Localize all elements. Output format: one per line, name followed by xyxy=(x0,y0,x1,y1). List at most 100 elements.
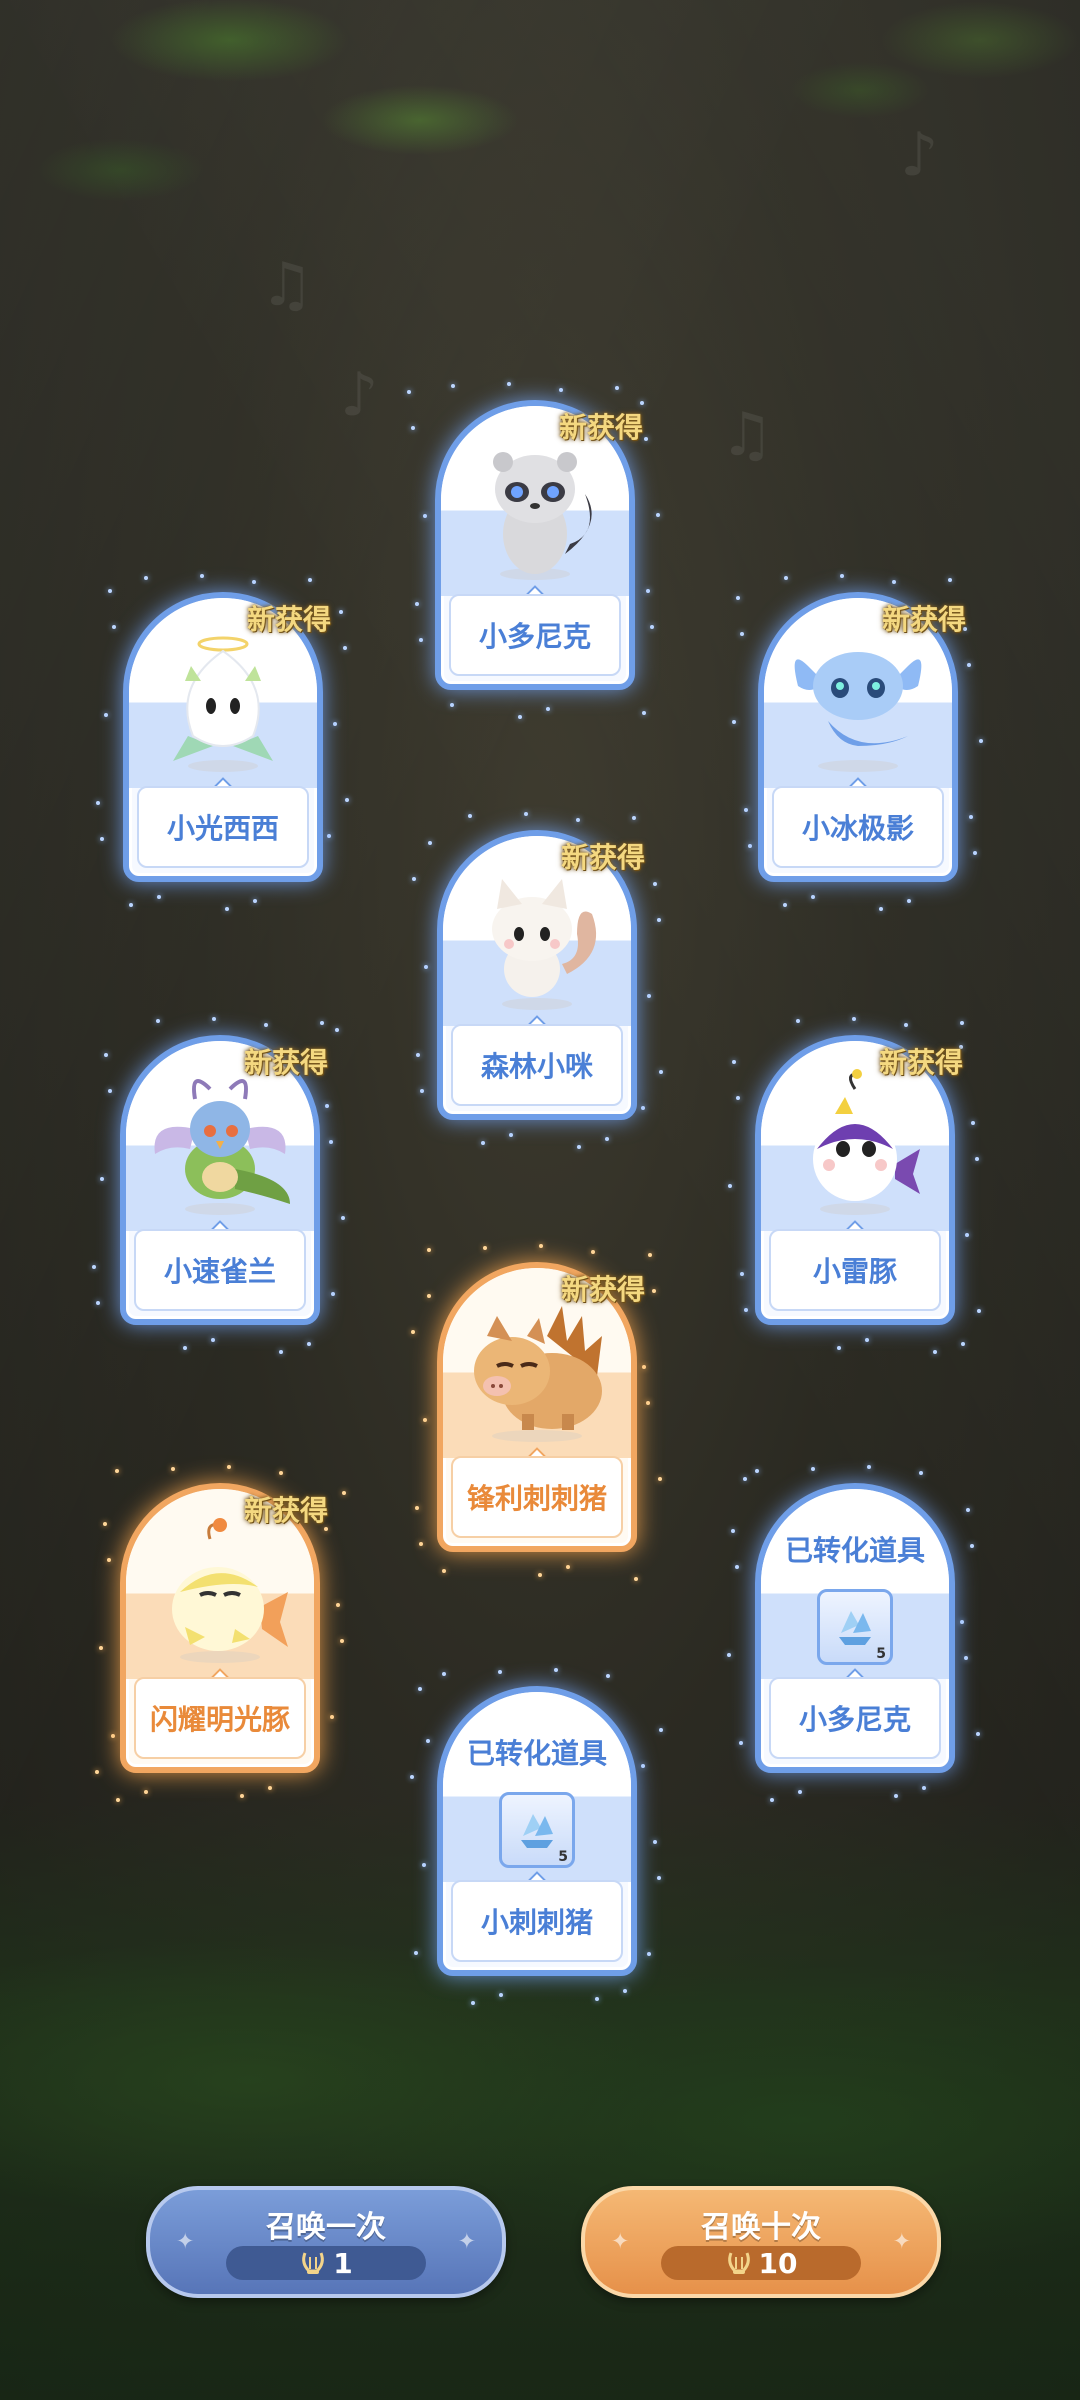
sparkle-dot xyxy=(646,1401,650,1405)
sparkle-dot xyxy=(144,1790,148,1794)
sparkle-dot xyxy=(483,1246,487,1250)
summon-card-c7[interactable]: 锋利刺刺猪 新获得 xyxy=(411,1244,662,1581)
sparkle-dot xyxy=(211,1338,215,1342)
sparkle-dot xyxy=(837,1346,841,1350)
lyre-ticket-icon xyxy=(727,2252,750,2274)
sparkle-dot xyxy=(653,1840,657,1844)
sparkle-dot xyxy=(647,1952,651,1956)
sparkle-dot xyxy=(559,388,563,392)
summon-card-c3[interactable]: 小冰极影 新获得 xyxy=(732,574,983,911)
summon-card-c5[interactable]: 小速雀兰 新获得 xyxy=(92,1017,345,1354)
sparkle-dot xyxy=(965,1233,969,1237)
sparkle-dot xyxy=(268,1786,272,1790)
sparkle-dot xyxy=(426,1739,430,1743)
sparkle-dot xyxy=(420,1089,424,1093)
sparkle-dot xyxy=(183,1346,187,1350)
ice-axolotl-creature xyxy=(794,652,922,772)
sparkle-dot xyxy=(279,1471,283,1475)
summon-card-c4[interactable]: 森林小咪 新获得 xyxy=(412,812,663,1149)
spiky-boar-creature xyxy=(474,1306,602,1442)
sparkle-dot xyxy=(735,1565,739,1569)
sparkle-dot xyxy=(498,1670,502,1674)
sparkle-dot xyxy=(961,1342,965,1346)
sparkle-dot xyxy=(92,1265,96,1269)
summon-card-c1[interactable]: 小多尼克 新获得 xyxy=(407,382,660,719)
card-name: 小雷豚 xyxy=(769,1229,941,1311)
sparkle-dot xyxy=(279,1350,283,1354)
sparkle-dot xyxy=(740,632,744,636)
summon-card-c2[interactable]: 小光西西 新获得 xyxy=(96,574,349,911)
sparkle-dot xyxy=(732,720,736,724)
new-badge: 新获得 xyxy=(243,1494,328,1527)
summon-once-label: 召唤一次 xyxy=(266,2210,386,2245)
sparkle-dot xyxy=(95,1770,99,1774)
sparkle-dot xyxy=(595,1997,599,2001)
sparkle-dot xyxy=(100,1177,104,1181)
sparkle-dot xyxy=(784,576,788,580)
sparkle-dot xyxy=(615,386,619,390)
sparkle-dot xyxy=(112,625,116,629)
sparkle-dot xyxy=(979,739,983,743)
new-badge: 新获得 xyxy=(246,603,331,636)
sparkle-dot xyxy=(157,895,161,899)
item-count: 5 xyxy=(876,1646,886,1662)
card-name: 森林小咪 xyxy=(451,1024,623,1106)
sparkle-dot xyxy=(538,1573,542,1577)
summon-ten-label: 召唤十次 xyxy=(701,2210,821,2245)
summon-ten-button[interactable]: ✦ ✦ 召唤十次 10 xyxy=(581,2186,941,2298)
summon-card-c9[interactable]: 已转化道具 5 小多尼克 xyxy=(727,1465,980,1802)
sparkle-dot xyxy=(428,841,432,845)
sparkle-dot xyxy=(894,1794,898,1798)
sparkle-dot xyxy=(129,903,133,907)
sparkle-dot xyxy=(325,1104,329,1108)
sparkle-dot xyxy=(652,1289,656,1293)
sparkle-dot xyxy=(330,1715,334,1719)
sparkle-dot xyxy=(728,1184,732,1188)
new-badge: 新获得 xyxy=(881,603,966,636)
sparkle-dot xyxy=(156,1019,160,1023)
sparkle-dot xyxy=(415,1506,419,1510)
converted-label: 已转化道具 xyxy=(784,1534,925,1567)
music-note-icon: ♪ xyxy=(340,360,379,430)
card-name: 锋利刺刺猪 xyxy=(451,1456,623,1538)
sparkle-dot xyxy=(424,965,428,969)
sparkle-dot xyxy=(116,1798,120,1802)
sparkle-dot xyxy=(499,1993,503,1997)
item-count: 5 xyxy=(558,1849,568,1865)
sparkle-dot xyxy=(641,1764,645,1768)
sparkle-dot xyxy=(339,610,343,614)
sparkle-dot xyxy=(481,1141,485,1145)
sparkle-dot xyxy=(811,1467,815,1471)
summon-once-button[interactable]: ✦ ✦ 召唤一次 1 xyxy=(146,2186,506,2298)
converted-label: 已转化道具 xyxy=(466,1737,607,1770)
sparkle-dot xyxy=(96,801,100,805)
sparkle-dot xyxy=(907,899,911,903)
sparkle-dot xyxy=(736,596,740,600)
sparkle-dot xyxy=(342,1491,346,1495)
sparkle-dot xyxy=(970,1544,974,1548)
item-slot[interactable]: 5 xyxy=(817,1589,893,1665)
card-name: 闪耀明光豚 xyxy=(134,1677,306,1759)
sparkle-dot xyxy=(539,1244,543,1248)
sparkle-dot xyxy=(415,602,419,606)
sparkle-dot xyxy=(416,1053,420,1057)
sparkle-dot xyxy=(341,1216,345,1220)
summon-once-cost: 1 xyxy=(226,2246,426,2280)
sparkle-dot xyxy=(108,589,112,593)
sparkle-dot xyxy=(964,1656,968,1660)
sparkle-dot xyxy=(546,707,550,711)
sparkle-dot xyxy=(115,1469,119,1473)
sparkle-dot xyxy=(414,1951,418,1955)
summon-card-c8[interactable]: 闪耀明光豚 新获得 xyxy=(95,1465,346,1802)
summon-card-c6[interactable]: 小雷豚 新获得 xyxy=(728,1017,981,1354)
sparkle-dot xyxy=(642,1365,646,1369)
item-slot[interactable]: 5 xyxy=(499,1792,575,1868)
sparkle-dot xyxy=(423,514,427,518)
sparkle-dot xyxy=(783,903,787,907)
sparkle-dot xyxy=(623,1989,627,1993)
sparkle-dot xyxy=(427,1294,431,1298)
sparkle-dot xyxy=(976,1732,980,1736)
summon-card-c10[interactable]: 已转化道具 5 小刺刺猪 xyxy=(410,1668,663,2005)
sparkle-dot xyxy=(442,1569,446,1573)
sparkle-dot xyxy=(960,1620,964,1624)
